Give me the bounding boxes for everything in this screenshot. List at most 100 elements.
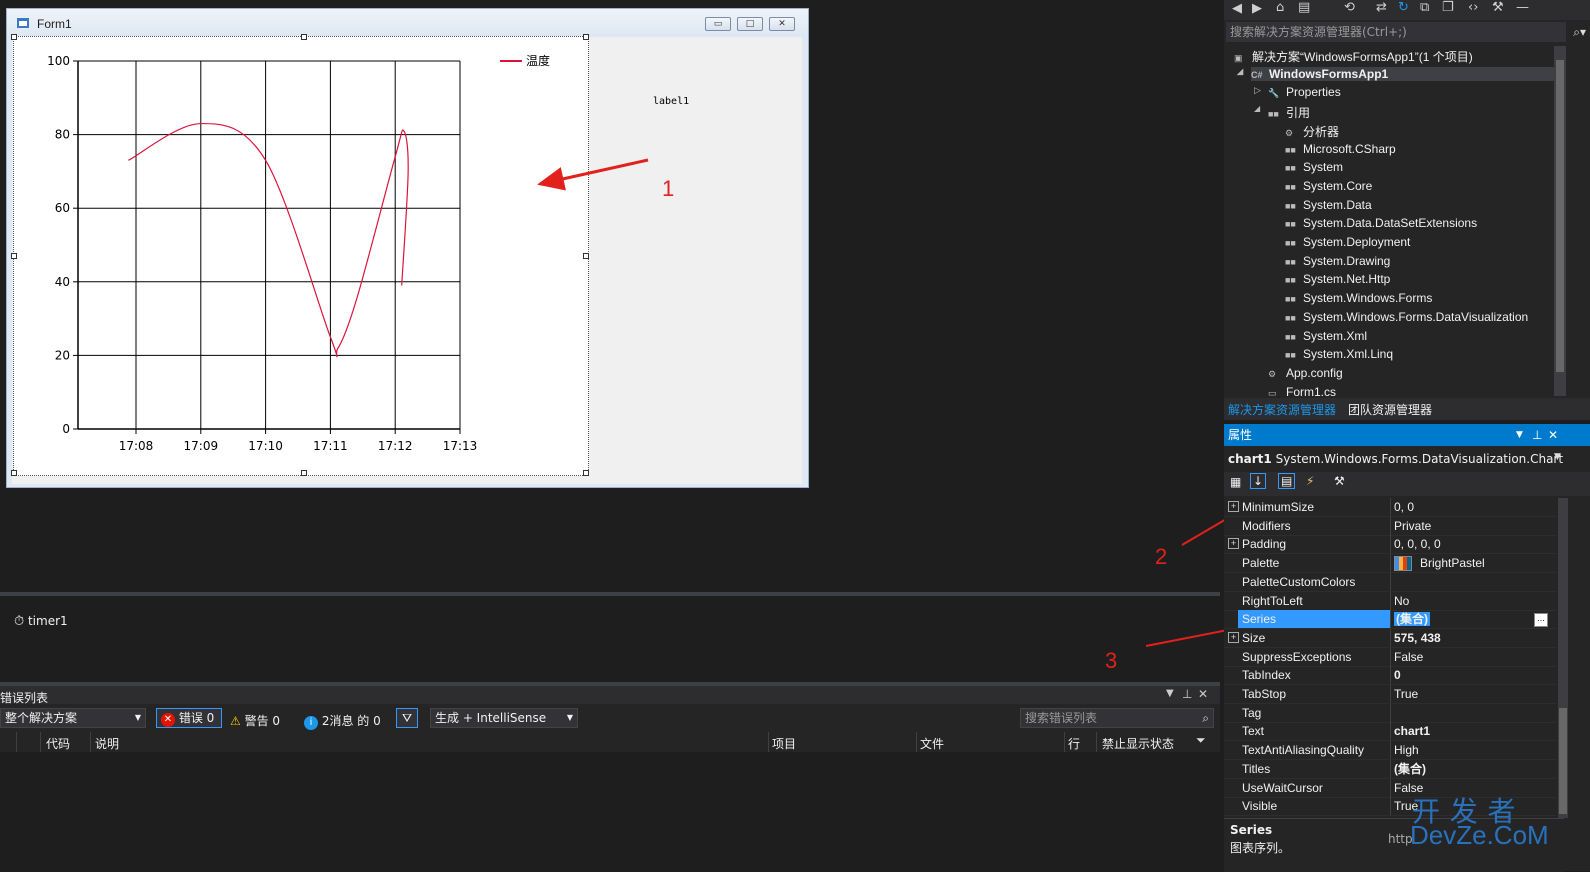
property-row[interactable]: + Padding 0, 0, 0, 0 <box>1224 535 1556 555</box>
sync-icon[interactable]: ⇄ <box>1376 0 1387 15</box>
property-row[interactable]: SuppressExceptions False <box>1224 647 1556 667</box>
column-suppression[interactable]: 禁止显示状态 <box>1102 735 1174 752</box>
expanded-arrow-icon[interactable]: ◢ <box>1237 67 1251 76</box>
expand-icon[interactable]: + <box>1228 501 1239 512</box>
column-file[interactable]: 文件 <box>920 735 944 752</box>
solution-tree-item[interactable]: ■■ System.Deployment <box>1285 235 1410 249</box>
solution-tree-item[interactable]: ■■ System.Data <box>1285 198 1372 212</box>
close-icon[interactable]: ✕ <box>1198 687 1208 701</box>
solution-tree-item[interactable]: ■■ System.Windows.Forms.DataVisualization <box>1285 310 1528 324</box>
alphabetical-icon[interactable]: ↓ <box>1250 473 1267 489</box>
property-row[interactable]: + MinimumSize 0, 0 <box>1224 498 1556 517</box>
build-filter-dropdown[interactable]: 生成 + IntelliSense ▼ <box>430 708 578 728</box>
property-row[interactable]: Titles (集合) <box>1224 759 1556 779</box>
filter-icon[interactable]: ⛛ <box>396 708 418 728</box>
property-row[interactable]: RightToLeft No <box>1224 591 1556 611</box>
property-scrollbar[interactable] <box>1558 498 1568 818</box>
property-value[interactable] <box>1394 704 1554 722</box>
property-value[interactable]: High <box>1394 741 1554 759</box>
expand-icon[interactable]: + <box>1228 538 1239 550</box>
pin-icon[interactable]: ⊥ <box>1182 687 1192 701</box>
property-row[interactable]: Series (集合) <box>1224 610 1556 630</box>
solution-tree-item[interactable]: ⚙ 分析器 <box>1285 123 1339 140</box>
solution-tree-item[interactable]: ▭ Form1.cs <box>1268 385 1336 396</box>
solution-scrollbar[interactable] <box>1554 46 1566 396</box>
switch-views-icon[interactable]: ▤ <box>1298 0 1310 15</box>
property-row[interactable]: PaletteCustomColors <box>1224 572 1556 592</box>
expanded-arrow-icon[interactable]: ◢ <box>1254 104 1268 113</box>
property-value[interactable]: 0 <box>1394 666 1554 684</box>
tab-team-explorer[interactable]: 团队资源管理器 <box>1348 401 1432 418</box>
collection-editor-button[interactable]: … <box>1534 613 1548 627</box>
property-row[interactable]: TextAntiAliasingQuality High <box>1224 741 1556 761</box>
solution-tree-item[interactable]: ▣ 解决方案“WindowsFormsApp1”(1 个项目) <box>1234 48 1473 65</box>
solution-tree-item[interactable]: ◢ C# WindowsFormsApp1 <box>1237 66 1554 81</box>
solution-tree-item[interactable]: ■■ System.Drawing <box>1285 254 1390 268</box>
solution-tree-item[interactable]: ⚙ App.config <box>1268 366 1343 380</box>
collapsed-arrow-icon[interactable]: ▷ <box>1254 85 1268 96</box>
solution-tree-item[interactable]: ■■ System.Data.DataSetExtensions <box>1285 216 1477 230</box>
close-icon[interactable]: ✕ <box>1548 424 1558 446</box>
object-selector[interactable]: chart1 System.Windows.Forms.DataVisualiz… <box>1224 448 1564 470</box>
warnings-filter-button[interactable]: ⚠ 警告 0 <box>230 712 280 729</box>
property-value[interactable]: No <box>1394 592 1554 610</box>
solution-tree-item[interactable]: ■■ System.Net.Http <box>1285 272 1390 286</box>
expand-icon[interactable]: + <box>1228 631 1239 643</box>
property-value[interactable]: chart1 <box>1394 722 1554 740</box>
solution-tree-item[interactable]: ▷ 🔧 Properties <box>1254 85 1341 99</box>
error-list-body[interactable] <box>0 752 1220 871</box>
solution-tree-item[interactable]: ■■ System.Core <box>1285 179 1372 193</box>
property-row[interactable]: TabStop True <box>1224 685 1556 704</box>
tab-solution-explorer[interactable]: 解决方案资源管理器 <box>1228 401 1336 418</box>
pin-icon[interactable]: ⊥ <box>1532 424 1542 446</box>
home-icon[interactable]: ⌂ <box>1276 0 1284 15</box>
back-icon[interactable]: ◀ <box>1232 1 1242 16</box>
property-value[interactable]: (集合) <box>1394 610 1554 628</box>
property-value[interactable]: 0, 0, 0, 0 <box>1394 535 1554 553</box>
property-row[interactable]: + Size 575, 438 <box>1224 628 1556 648</box>
collapse-all-icon[interactable]: ⧉ <box>1420 0 1429 15</box>
forward-icon[interactable]: ▶ <box>1252 1 1262 16</box>
property-value[interactable]: True <box>1394 685 1554 703</box>
column-line[interactable]: 行 <box>1068 735 1080 752</box>
timer1-component[interactable]: ⏱ timer1 <box>14 614 68 629</box>
events-icon[interactable]: ⚡ <box>1306 474 1314 488</box>
properties-wrench-icon[interactable]: ⚒ <box>1492 0 1504 15</box>
scope-dropdown[interactable]: 整个解决方案 ▼ <box>0 708 146 728</box>
property-pages-icon[interactable]: ⚒ <box>1334 474 1345 488</box>
solution-tree-item[interactable]: ■■ System.Xml.Linq <box>1285 347 1393 361</box>
messages-filter-button[interactable]: i 2消息 的 0 <box>304 712 381 730</box>
solution-tree-item[interactable]: ■■ System.Windows.Forms <box>1285 291 1432 305</box>
property-value[interactable]: Private <box>1394 517 1554 535</box>
column-description[interactable]: 说明 <box>95 735 119 752</box>
property-value[interactable]: (集合) <box>1394 760 1554 778</box>
view-code-icon[interactable]: ‹› <box>1468 0 1478 15</box>
funnel-icon[interactable]: ⏷ <box>1196 733 1206 748</box>
categorized-icon[interactable]: ▦ <box>1230 475 1241 489</box>
property-value[interactable]: 575, 438 <box>1394 629 1554 647</box>
solution-tree-item[interactable]: ◢ ■■ 引用 <box>1254 104 1310 121</box>
dropdown-icon[interactable]: ▼ <box>1166 688 1174 699</box>
property-value[interactable]: 0, 0 <box>1394 498 1554 516</box>
property-row[interactable]: TabIndex 0 <box>1224 666 1556 686</box>
error-search-input[interactable]: 搜索错误列表 ⌕ <box>1020 708 1214 728</box>
show-all-files-icon[interactable]: ❐ <box>1442 0 1454 15</box>
property-value[interactable] <box>1394 573 1554 591</box>
solution-tree-item[interactable]: ■■ Microsoft.CSharp <box>1285 142 1396 156</box>
designer-surface[interactable]: Form1 ▭ □ ✕ 0 20 40 60 80 100 17:08 17:09 17:10… <box>0 0 1541 704</box>
errors-filter-button[interactable]: ✕ 错误 0 <box>156 708 222 728</box>
property-row[interactable]: Text chart1 <box>1224 722 1556 742</box>
properties-icon[interactable]: ▤ <box>1278 473 1296 489</box>
property-row[interactable]: Modifiers Private <box>1224 516 1556 536</box>
refresh-icon[interactable]: ↻ <box>1398 0 1409 15</box>
solution-search-input[interactable]: 搜索解决方案资源管理器(Ctrl+;) ⌕▾ <box>1226 22 1586 42</box>
dropdown-icon[interactable]: ▼ <box>1516 424 1523 446</box>
solution-tree-item[interactable]: ■■ System.Xml <box>1285 329 1367 343</box>
column-project[interactable]: 项目 <box>772 735 796 752</box>
column-code[interactable]: 代码 <box>46 735 70 752</box>
property-row[interactable]: Palette BrightPastel <box>1224 554 1556 574</box>
history-icon[interactable]: ⟲ <box>1344 0 1355 15</box>
property-row[interactable]: Tag <box>1224 703 1556 723</box>
preview-icon[interactable]: — <box>1516 0 1529 15</box>
solution-tree-item[interactable]: ■■ System <box>1285 160 1343 174</box>
